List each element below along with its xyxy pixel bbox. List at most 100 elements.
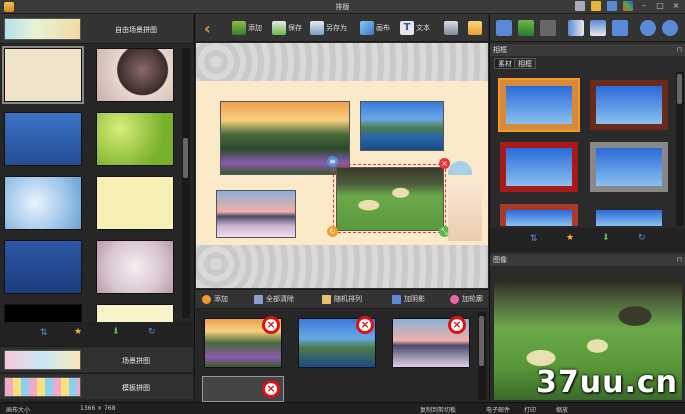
shuffle-button[interactable]: 随机排列 [322,294,362,304]
frames-tools: ⇅ ★ ⬇ ↻ [490,228,685,252]
save-button[interactable]: 保存 [272,18,302,38]
download-icon[interactable]: ⬇ [602,233,610,243]
tab-frames[interactable]: 相框 [514,58,536,69]
background-thumb[interactable] [96,176,174,230]
title-bar-icons: – □ × [575,1,681,11]
shuffle-label: 随机排列 [334,295,362,303]
palette-icon[interactable] [623,1,633,11]
collage-photo[interactable] [360,101,444,151]
remove-photo-button[interactable]: × [262,316,280,334]
scene-collage-tab[interactable]: 场景拼图 [0,346,193,372]
template-collage-thumbnail [4,377,81,397]
background-thumb[interactable] [96,112,174,166]
zoom-in-icon[interactable] [640,20,656,36]
flip-vertical-icon[interactable] [590,20,606,36]
frames-scrollbar[interactable] [676,72,684,226]
pin-icon[interactable]: ⊓ [677,44,682,56]
template-collage-tab[interactable]: 模板拼图 [0,373,193,399]
sort-icon[interactable]: ⇅ [530,234,538,244]
tab-materials[interactable]: 素材 [494,58,516,69]
copy-icon[interactable] [518,20,534,36]
frames-scrollbar-thumb[interactable] [677,74,682,104]
background-thumb[interactable] [4,112,82,166]
collage-canvas: × ≡ ↻ ⤡ [196,43,488,288]
pencil-icon[interactable] [591,1,601,11]
frame-thumb[interactable] [590,80,668,130]
sort-icon[interactable]: ⇅ [40,328,48,338]
free-scene-label: 自由场景拼图 [115,26,157,34]
scissors-icon[interactable] [496,20,512,36]
flip-horizontal-icon[interactable] [568,20,584,36]
shadow-icon [392,294,401,304]
print-button[interactable] [444,18,458,38]
background-thumb[interactable] [4,176,82,230]
edit-toolbar [490,14,685,42]
frame-thumb[interactable] [590,204,668,226]
add-button[interactable]: 添加 [232,18,262,38]
remove-photo-button[interactable]: × [448,316,466,334]
download-icon[interactable]: ⬇ [112,327,120,337]
maximize-button[interactable]: □ [655,1,665,11]
minimize-button[interactable]: – [639,1,649,11]
text-icon: T [400,21,414,35]
add-outline-button[interactable]: 加轮廓 [450,294,483,304]
background-thumb[interactable] [96,48,174,102]
pin-icon[interactable]: ⊓ [677,254,682,266]
save-button-label: 保存 [288,24,302,32]
zoom-out-icon[interactable] [662,20,678,36]
close-button[interactable]: × [671,1,681,11]
background-thumb[interactable] [4,240,82,294]
text-button[interactable]: T 文本 [400,18,430,38]
frame-thumb[interactable] [498,78,580,132]
background-thumb[interactable] [96,240,174,294]
add-shadow-button[interactable]: 加阴影 [392,294,425,304]
main-toolbar: ‹ 添加 保存 另存为 画布 T 文本 [196,14,488,42]
remove-photo-button[interactable]: × [356,316,374,334]
email-button[interactable] [468,18,482,38]
collage-photo[interactable] [216,190,296,238]
selection-box[interactable] [333,164,446,233]
canvas-bottom-pattern [196,245,488,288]
back-button[interactable]: ‹ [204,18,211,38]
copy-clipboard-button[interactable]: 复制到剪切板 [420,405,456,414]
frames-title: 相框 [493,46,507,54]
star-icon[interactable]: ★ [566,233,574,243]
layers-icon[interactable] [540,20,556,36]
canvas-size-label: 画布大小 [6,407,31,414]
background-thumb[interactable] [2,46,84,104]
frame-thumb[interactable] [500,204,578,226]
refresh-icon[interactable]: ↻ [148,327,156,337]
left-scrollbar[interactable] [182,48,190,318]
save-as-button[interactable]: 另存为 [310,18,347,38]
left-scrollbar-thumb[interactable] [183,138,188,178]
free-scene-header[interactable]: 自由场景拼图 [0,14,193,44]
photo-list-scrollbar-thumb[interactable] [479,316,484,366]
frames-subtabs: 素材 相框 [490,57,685,69]
photo-list: × × × × [196,310,488,402]
zoom-status-button[interactable]: 缩放 [556,405,568,414]
frame-thumb[interactable] [500,142,578,192]
background-thumb[interactable] [96,304,174,324]
menu-handle[interactable]: ≡ [327,156,338,167]
rotate-icon[interactable] [612,20,628,36]
clear-all-button[interactable]: 全部清除 [254,294,294,304]
refresh-icon[interactable]: ↻ [638,233,646,243]
list-add-button[interactable]: 添加 [202,294,228,304]
star-icon[interactable]: ★ [74,327,82,337]
rotate-handle[interactable]: ↻ [327,226,338,237]
image-title: 图像 [493,256,507,264]
person-icon[interactable] [607,1,617,11]
left-tools: ⇅ ★ ⬇ ↻ [0,322,193,346]
print-status-button[interactable]: 打印 [524,405,536,414]
frame-thumb[interactable] [590,142,668,192]
add-button-label: 添加 [248,24,262,32]
canvas-paper[interactable]: × ≡ ↻ ⤡ [196,81,488,245]
email-status-button[interactable]: 电子邮件 [486,405,510,414]
remove-photo-button[interactable]: × [262,380,280,398]
add-image-icon [232,21,246,35]
photo-list-scrollbar[interactable] [478,312,486,400]
canvas-button[interactable]: 画布 [360,18,390,38]
document-icon[interactable] [575,1,585,11]
background-thumb[interactable] [4,304,82,324]
status-bar: 画布大小 1366 × 768 复制到剪切板 电子邮件 打印 缩放 [0,402,685,414]
